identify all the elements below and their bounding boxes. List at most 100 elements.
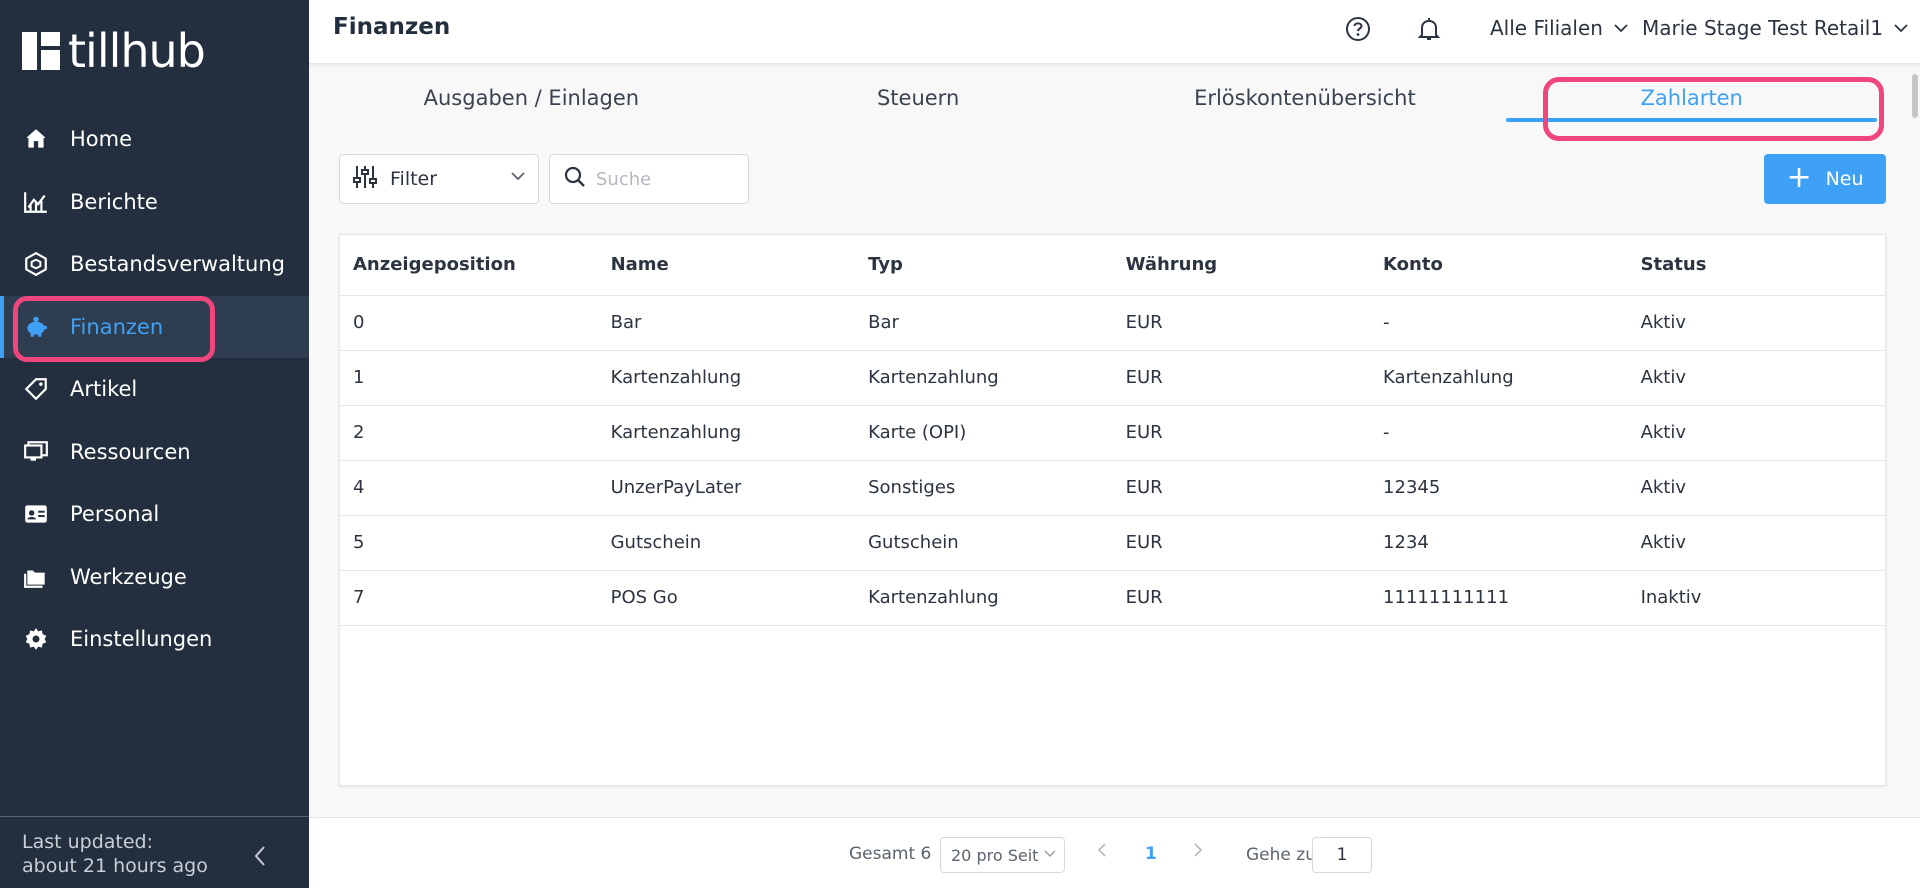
cell-name: Kartenzahlung (597, 405, 856, 461)
cell-account: - (1370, 405, 1628, 461)
bell-icon[interactable] (1414, 14, 1444, 44)
cell-status: Aktiv (1627, 405, 1885, 461)
sidebar: tillhub Home Berichte Bestandsverwaltung… (0, 0, 309, 888)
sidebar-item-ressourcen[interactable]: Ressourcen (0, 421, 309, 484)
page-size-select[interactable]: 20 pro Seit (940, 837, 1065, 873)
sidebar-item-label: Home (70, 127, 133, 152)
chart-icon (22, 188, 50, 216)
tab-ausgaben-einlagen[interactable]: Ausgaben / Einlagen (338, 64, 725, 130)
cell-name: POS Go (597, 570, 856, 626)
sidebar-item-einstellungen[interactable]: Einstellungen (0, 608, 309, 671)
sidebar-nav: Home Berichte Bestandsverwaltung Finanze… (0, 108, 309, 671)
pagination-bar: Gesamt 6 20 pro Seit 1 Gehe zu (309, 817, 1920, 888)
payment-types-table: Anzeigeposition Name Typ Währung Konto S… (339, 234, 1886, 786)
table-row[interactable]: 0 Bar Bar EUR - Aktiv (340, 295, 1885, 351)
cell-type: Kartenzahlung (855, 350, 1113, 406)
prev-page-icon[interactable] (1097, 842, 1107, 863)
page-scrollbar[interactable] (1910, 64, 1920, 124)
cell-currency: EUR (1112, 405, 1371, 461)
filter-dropdown[interactable]: Filter (339, 154, 539, 204)
sidebar-item-werkzeuge[interactable]: Werkzeuge (0, 546, 309, 609)
cell-status: Aktiv (1627, 515, 1885, 571)
column-header-typ[interactable]: Typ (855, 235, 1113, 296)
table-row[interactable]: 7 POS Go Kartenzahlung EUR 11111111111 I… (340, 570, 1885, 626)
column-header-anzeigeposition[interactable]: Anzeigeposition (340, 235, 598, 296)
monitor-icon (22, 438, 50, 466)
tab-erloeskontenuebersicht[interactable]: Erlöskontenübersicht (1112, 64, 1499, 130)
folder-icon (22, 563, 50, 591)
column-header-waehrung[interactable]: Währung (1112, 235, 1371, 296)
cell-name: UnzerPayLater (597, 460, 856, 516)
sidebar-item-label: Ressourcen (70, 439, 191, 464)
cell-account: 1234 (1370, 515, 1628, 571)
cell-position: 7 (340, 570, 598, 626)
table-row[interactable]: 5 Gutschein Gutschein EUR 1234 Aktiv (340, 515, 1885, 571)
sidebar-item-finanzen[interactable]: Finanzen (0, 295, 309, 358)
cell-position: 2 (340, 405, 598, 461)
chevron-down-icon (1044, 850, 1056, 858)
sliders-icon (352, 164, 378, 195)
search-input[interactable] (596, 168, 736, 190)
column-header-name[interactable]: Name (597, 235, 856, 296)
cell-currency: EUR (1112, 515, 1371, 571)
cell-currency: EUR (1112, 350, 1371, 406)
logo-mark-icon (22, 32, 60, 70)
pagination-total: Gesamt 6 (849, 844, 932, 864)
inventory-icon (22, 250, 50, 278)
next-page-icon[interactable] (1193, 842, 1203, 863)
column-header-konto[interactable]: Konto (1370, 235, 1628, 296)
table-row[interactable]: 1 Kartenzahlung Kartenzahlung EUR Karten… (340, 350, 1885, 406)
branch-select[interactable]: Alle Filialen (1490, 16, 1629, 40)
sidebar-item-personal[interactable]: Personal (0, 483, 309, 546)
id-card-icon (22, 500, 50, 528)
cell-type: Gutschein (855, 515, 1113, 571)
cell-name: Bar (597, 295, 856, 351)
tag-icon (22, 375, 50, 403)
new-payment-type-button[interactable]: + Neu (1764, 154, 1886, 204)
collapse-sidebar-icon[interactable] (253, 845, 267, 874)
sidebar-item-label: Bestandsverwaltung (70, 252, 285, 277)
cell-name: Kartenzahlung (597, 350, 856, 406)
cell-position: 0 (340, 295, 598, 351)
tillhub-logo[interactable]: tillhub (22, 28, 206, 74)
home-icon (22, 125, 50, 153)
cell-type: Karte (OPI) (855, 405, 1113, 461)
current-page[interactable]: 1 (1145, 844, 1157, 864)
goto-label: Gehe zu (1246, 845, 1316, 865)
cell-type: Kartenzahlung (855, 570, 1113, 626)
cell-currency: EUR (1112, 460, 1371, 516)
table-row[interactable]: 2 Kartenzahlung Karte (OPI) EUR - Aktiv (340, 405, 1885, 461)
tab-zahlarten[interactable]: Zahlarten (1498, 64, 1885, 130)
sidebar-item-label: Personal (70, 502, 160, 527)
column-header-status[interactable]: Status (1627, 235, 1885, 296)
help-icon[interactable] (1343, 14, 1373, 44)
sidebar-item-bestandsverwaltung[interactable]: Bestandsverwaltung (0, 233, 309, 296)
page-size-value: 20 pro Seit (951, 846, 1039, 865)
chevron-down-icon (1894, 24, 1908, 33)
cell-status: Inaktiv (1627, 570, 1885, 626)
new-button-label: Neu (1825, 168, 1864, 190)
sidebar-item-artikel[interactable]: Artikel (0, 358, 309, 421)
top-header: Finanzen Alle Filialen Marie Stage Test … (309, 0, 1920, 64)
sidebar-item-berichte[interactable]: Berichte (0, 171, 309, 234)
branch-select-value: Alle Filialen (1490, 16, 1603, 40)
cell-account: 12345 (1370, 460, 1628, 516)
sidebar-item-home[interactable]: Home (0, 108, 309, 171)
cell-status: Aktiv (1627, 295, 1885, 351)
goto-page-input[interactable] (1312, 837, 1372, 873)
filter-label: Filter (390, 168, 438, 190)
cell-type: Bar (855, 295, 1113, 351)
cell-currency: EUR (1112, 570, 1371, 626)
tab-steuern[interactable]: Steuern (725, 64, 1112, 130)
sidebar-item-label: Berichte (70, 189, 158, 214)
table-header-row: Anzeigeposition Name Typ Währung Konto S… (340, 235, 1885, 296)
user-select[interactable]: Marie Stage Test Retail1 (1642, 16, 1909, 40)
search-icon (564, 166, 586, 192)
cell-status: Aktiv (1627, 460, 1885, 516)
sidebar-item-label: Werkzeuge (70, 564, 187, 589)
table-row[interactable]: 4 UnzerPayLater Sonstiges EUR 12345 Akti… (340, 460, 1885, 516)
cell-account: 11111111111 (1370, 570, 1628, 626)
cell-account: Kartenzahlung (1370, 350, 1628, 406)
search-box (549, 154, 749, 204)
cell-account: - (1370, 295, 1628, 351)
